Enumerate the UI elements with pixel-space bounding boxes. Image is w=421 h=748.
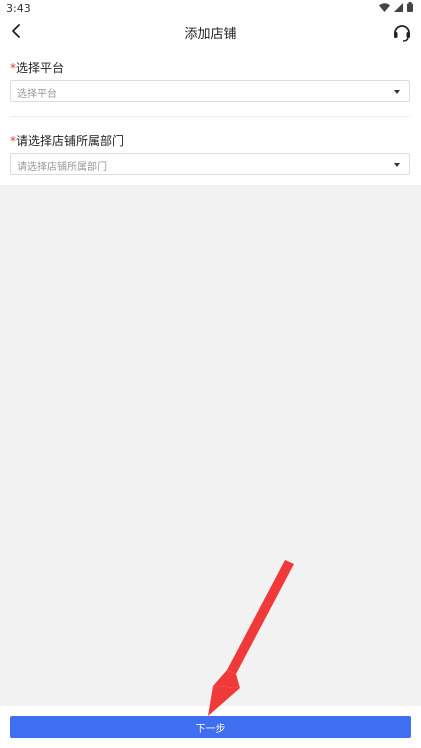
status-time: 3:43 xyxy=(6,2,31,15)
add-shop-form: *选择平台 选择平台 *请选择店铺所属部门 请选择店铺所属部门 xyxy=(0,47,421,185)
next-step-button[interactable]: 下一步 xyxy=(10,716,411,738)
header-bar: 添加店铺 xyxy=(0,17,421,47)
department-label: *请选择店铺所属部门 xyxy=(10,132,124,149)
field-divider xyxy=(10,116,410,117)
platform-label-text: 选择平台 xyxy=(16,61,65,75)
platform-label: *选择平台 xyxy=(10,59,64,76)
platform-select[interactable]: 选择平台 xyxy=(10,80,410,102)
department-select[interactable]: 请选择店铺所属部门 xyxy=(10,153,410,175)
signal-icon xyxy=(394,2,403,12)
platform-placeholder: 选择平台 xyxy=(17,89,57,100)
headset-icon[interactable] xyxy=(391,21,413,43)
status-icons xyxy=(379,2,413,12)
battery-icon xyxy=(407,2,413,12)
dropdown-caret-icon xyxy=(394,163,400,167)
wifi-icon xyxy=(379,2,390,12)
department-label-text: 请选择店铺所属部门 xyxy=(16,134,125,148)
status-bar: 3:43 xyxy=(0,0,421,17)
department-placeholder: 请选择店铺所属部门 xyxy=(17,162,107,173)
page-title: 添加店铺 xyxy=(184,27,237,42)
dropdown-caret-icon xyxy=(394,90,400,94)
